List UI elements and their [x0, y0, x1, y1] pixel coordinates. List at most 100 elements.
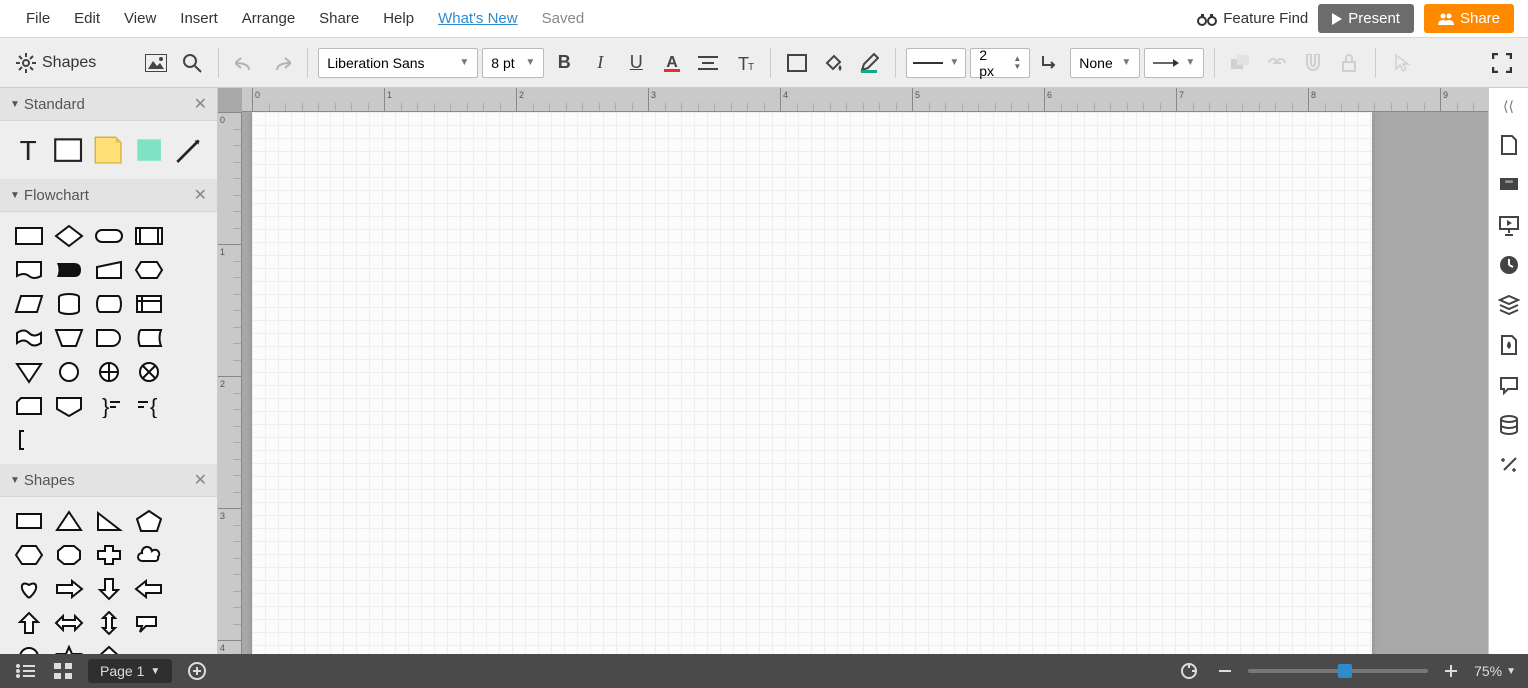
target-button[interactable] — [1176, 658, 1202, 684]
menu-whatsnew[interactable]: What's New — [426, 2, 530, 35]
shape-note[interactable] — [92, 133, 124, 167]
fc-sum[interactable] — [132, 358, 166, 386]
line-width-select[interactable]: 2 px▲▼ — [970, 48, 1030, 78]
fc-brace-right[interactable]: } — [92, 392, 126, 420]
dock-magic[interactable] — [1495, 451, 1523, 479]
menu-edit[interactable]: Edit — [62, 2, 112, 35]
link-button[interactable] — [1261, 47, 1293, 79]
sh-arrow-down[interactable] — [92, 575, 126, 603]
menu-insert[interactable]: Insert — [168, 2, 230, 35]
close-icon[interactable]: ✕ — [194, 185, 207, 205]
fc-brace-left[interactable]: { — [132, 392, 166, 420]
search-button[interactable] — [176, 47, 208, 79]
shape-block[interactable] — [133, 133, 165, 167]
panel-flowchart-header[interactable]: ▼Flowchart ✕ — [0, 179, 217, 212]
fc-process[interactable] — [12, 222, 46, 250]
page-list-button[interactable] — [12, 658, 38, 684]
send-back-button[interactable] — [1225, 47, 1257, 79]
collapse-dock[interactable]: ⟨⟨ — [1499, 94, 1518, 119]
zoom-in-button[interactable] — [1438, 658, 1464, 684]
panel-shapes-header[interactable]: ▼Shapes ✕ — [0, 464, 217, 497]
panel-standard-header[interactable]: ▼Standard ✕ — [0, 88, 217, 121]
fc-merge[interactable] — [12, 358, 46, 386]
dock-comment[interactable]: "" — [1495, 171, 1523, 199]
fill-button[interactable] — [817, 47, 849, 79]
fc-manual-op[interactable] — [52, 324, 86, 352]
sh-cross[interactable] — [92, 541, 126, 569]
dock-present[interactable] — [1495, 211, 1523, 239]
fc-paper-tape[interactable] — [12, 324, 46, 352]
underline-button[interactable]: U — [620, 47, 652, 79]
bold-button[interactable]: B — [548, 47, 580, 79]
fc-display[interactable] — [52, 256, 86, 284]
undo-button[interactable] — [229, 47, 261, 79]
sh-star[interactable] — [52, 643, 86, 654]
italic-button[interactable]: I — [584, 47, 616, 79]
spinner[interactable]: ▲▼ — [1013, 55, 1021, 71]
sh-arrow-right[interactable] — [52, 575, 86, 603]
dock-history[interactable] — [1495, 251, 1523, 279]
fc-data[interactable] — [12, 290, 46, 318]
fc-or[interactable] — [92, 358, 126, 386]
add-page-button[interactable] — [184, 658, 210, 684]
border-button[interactable] — [781, 47, 813, 79]
zoom-select[interactable]: 75%▼ — [1474, 663, 1516, 679]
fc-delay[interactable] — [92, 324, 126, 352]
menu-file[interactable]: File — [14, 2, 62, 35]
sh-arrow-ud[interactable] — [92, 609, 126, 637]
present-button[interactable]: Present — [1318, 4, 1414, 33]
zoom-out-button[interactable] — [1212, 658, 1238, 684]
page-tab[interactable]: Page 1▼ — [88, 659, 172, 683]
text-size-button[interactable]: TT — [728, 47, 760, 79]
magnet-button[interactable] — [1297, 47, 1329, 79]
align-button[interactable] — [692, 47, 724, 79]
page-grid-button[interactable] — [50, 658, 76, 684]
sh-hexagon[interactable] — [12, 541, 46, 569]
sh-rect[interactable] — [12, 507, 46, 535]
sh-heart[interactable] — [12, 575, 46, 603]
line-end-select[interactable]: ▼ — [1144, 48, 1204, 78]
font-select[interactable]: Liberation Sans▼ — [318, 48, 478, 78]
line-color-button[interactable] — [853, 47, 885, 79]
sh-triangle[interactable] — [52, 507, 86, 535]
fc-connector[interactable] — [52, 358, 86, 386]
close-icon[interactable]: ✕ — [194, 94, 207, 114]
dock-layers[interactable] — [1495, 291, 1523, 319]
canvas-scroll[interactable] — [242, 112, 1488, 654]
fc-predefined[interactable] — [132, 222, 166, 250]
zoom-thumb[interactable] — [1338, 664, 1352, 678]
dock-chat[interactable] — [1495, 371, 1523, 399]
fc-card[interactable] — [12, 392, 46, 420]
fc-direct-data[interactable] — [92, 290, 126, 318]
shape-rect[interactable] — [52, 133, 84, 167]
sh-arrow-up[interactable] — [12, 609, 46, 637]
shapes-settings[interactable]: Shapes — [10, 53, 102, 73]
fc-internal-storage[interactable] — [132, 290, 166, 318]
sh-diamond[interactable] — [92, 643, 126, 654]
zoom-slider[interactable] — [1248, 669, 1428, 673]
sh-arrow-lr[interactable] — [52, 609, 86, 637]
shape-text[interactable]: T — [12, 133, 44, 167]
sh-right-triangle[interactable] — [92, 507, 126, 535]
line-routing-button[interactable] — [1034, 47, 1066, 79]
menu-share[interactable]: Share — [307, 2, 371, 35]
menu-view[interactable]: View — [112, 2, 168, 35]
sh-pentagon[interactable] — [132, 507, 166, 535]
fc-manual-input[interactable] — [92, 256, 126, 284]
font-size-select[interactable]: 8 pt▼ — [482, 48, 544, 78]
dock-data[interactable] — [1495, 411, 1523, 439]
line-style-select[interactable]: ▼ — [906, 48, 966, 78]
fullscreen-button[interactable] — [1486, 47, 1518, 79]
canvas-page[interactable] — [252, 112, 1372, 654]
fc-offpage[interactable] — [52, 392, 86, 420]
fc-document[interactable] — [12, 256, 46, 284]
fc-bracket[interactable] — [12, 426, 46, 454]
fc-preparation[interactable] — [132, 256, 166, 284]
shape-line-arrow[interactable] — [173, 133, 205, 167]
sh-circle[interactable] — [12, 643, 46, 654]
fc-terminator[interactable] — [92, 222, 126, 250]
sh-callout[interactable] — [132, 609, 166, 637]
share-button[interactable]: Share — [1424, 4, 1514, 33]
dock-theme[interactable] — [1495, 331, 1523, 359]
menu-arrange[interactable]: Arrange — [230, 2, 307, 35]
